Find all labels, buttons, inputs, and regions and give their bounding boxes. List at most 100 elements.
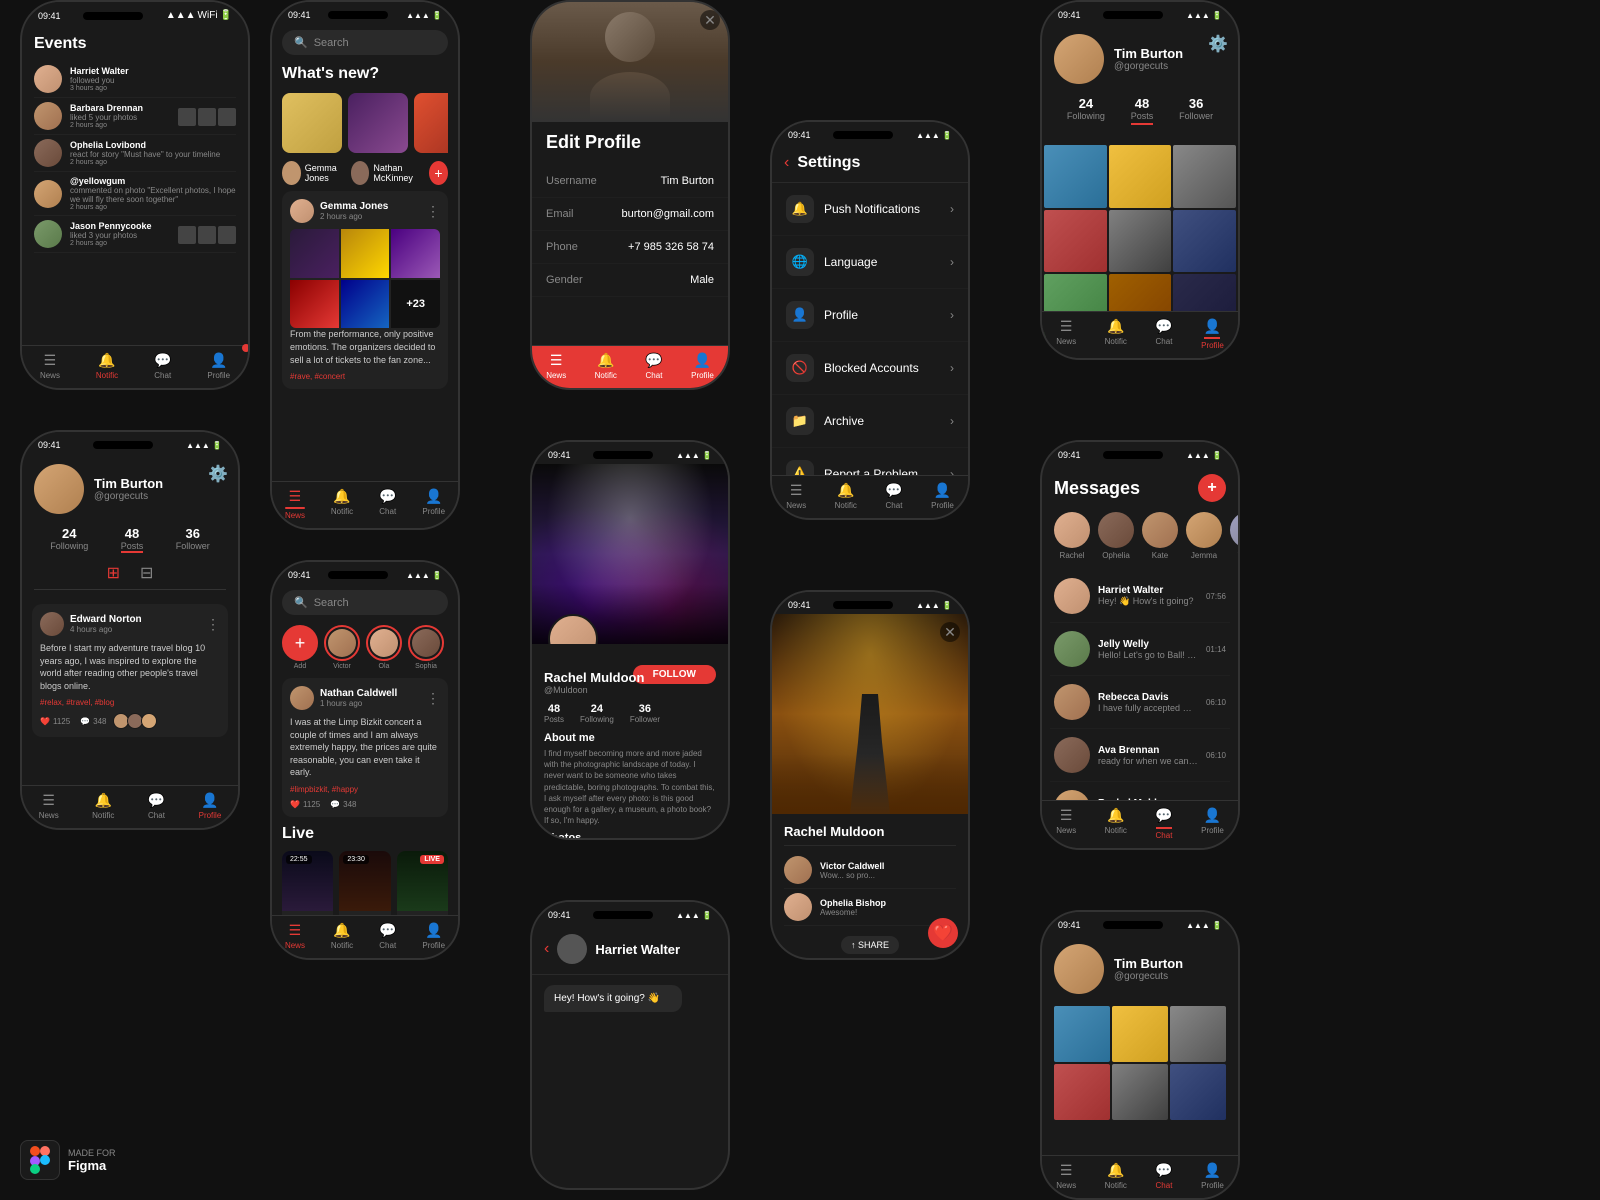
user-post-card: Edward Norton 4 hours ago ⋮ Before I sta… [32, 604, 228, 737]
message-jelly[interactable]: Jelly Welly Hello! Let's go to Ball! let… [1050, 623, 1230, 676]
ptr-news-label: News [1056, 337, 1076, 346]
ptr-nav-news[interactable]: ☰ News [1056, 318, 1076, 350]
up-nav-chat[interactable]: 💬 Chat [148, 792, 165, 820]
nav-notific-2[interactable]: 🔔 Notific [331, 488, 353, 520]
story-thumb-1[interactable] [282, 93, 342, 153]
story-item-ola[interactable]: Ola [366, 625, 402, 670]
story-circle-victor[interactable] [324, 625, 360, 661]
msg-nav-news[interactable]: ☰ News [1056, 807, 1076, 840]
story-circle-sophia[interactable] [408, 625, 444, 661]
gear-icon-up[interactable]: ⚙️ [208, 464, 228, 484]
message-rebecca[interactable]: Rebecca Davis I have fully accepted my f… [1050, 676, 1230, 729]
settings-archive[interactable]: 📁 Archive › [772, 395, 968, 448]
contact-ophelia[interactable]: Ophelia [1098, 512, 1134, 560]
message-ava[interactable]: Ava Brennan ready for when we can (safel… [1050, 729, 1230, 782]
contact-thom[interactable]: Thom [1230, 512, 1238, 560]
settings-push-notifications[interactable]: 🔔 Push Notifications › [772, 183, 968, 236]
user-post-menu[interactable]: ⋮ [206, 616, 220, 633]
contact-rachel[interactable]: Rachel [1054, 512, 1090, 560]
search-bar-sl[interactable]: 🔍 Search [282, 590, 448, 615]
contact-jemma[interactable]: Jemma [1186, 512, 1222, 560]
ep-nav-chat[interactable]: 💬 Chat [645, 352, 662, 380]
story-item-victor[interactable]: Victor [324, 625, 360, 670]
comment-icon-2: 💬 [330, 800, 340, 809]
ptr-nav-profile[interactable]: 👤 Profile [1201, 318, 1224, 350]
phone-field[interactable]: Phone +7 985 326 58 74 [532, 231, 728, 264]
nav-chat-2[interactable]: 💬 Chat [379, 488, 396, 520]
post-text-2: I was at the Limp Bizkit concert a coupl… [290, 716, 440, 779]
nav-profile[interactable]: 👤 Profile [207, 352, 230, 380]
gear-icon[interactable]: ⚙️ [1208, 34, 1228, 54]
close-rachel-btn[interactable]: ✕ [940, 622, 960, 642]
story-circle-ola[interactable] [366, 625, 402, 661]
sbr-nav-notific[interactable]: 🔔 Notific [1105, 1162, 1127, 1190]
story-thumb-2[interactable] [348, 93, 408, 153]
notific-icon-2: 🔔 [333, 488, 350, 505]
settings-nav-news[interactable]: ☰ News [786, 482, 806, 510]
nav-notific[interactable]: 🔔 Notific [96, 352, 118, 380]
story-item-sophia[interactable]: Sophia [408, 625, 444, 670]
concert-avatar-container [548, 614, 598, 644]
msg-nav-profile[interactable]: 👤 Profile [1201, 807, 1224, 840]
chat-bubble-1: Hey! How's it going? 👋 [544, 985, 682, 1012]
post-menu-icon[interactable]: ⋮ [426, 203, 440, 220]
nav-profile-2[interactable]: 👤 Profile [422, 488, 445, 520]
sbr-nav-news[interactable]: ☰ News [1056, 1162, 1076, 1190]
close-button[interactable]: ✕ [700, 10, 720, 30]
ep-nav-notific[interactable]: 🔔 Notific [595, 352, 617, 380]
up-nav-notific[interactable]: 🔔 Notific [92, 792, 114, 820]
new-message-button[interactable]: + [1198, 474, 1226, 502]
story-thumb-3[interactable] [414, 93, 448, 153]
photo-tr-5 [1109, 210, 1172, 273]
back-button[interactable]: ‹ [784, 154, 789, 172]
sl-notific-icon: 🔔 [333, 922, 350, 939]
contact-kate[interactable]: Kate [1142, 512, 1178, 560]
up-nav-profile[interactable]: 👤 Profile [199, 792, 222, 820]
nav-news[interactable]: ☰ News [40, 352, 60, 380]
search-bar-news[interactable]: 🔍 Search [282, 30, 448, 55]
story-add-item[interactable]: + Add [282, 625, 318, 670]
chat-back-btn[interactable]: ‹ [544, 940, 549, 958]
sl-nav-news[interactable]: ☰ News [285, 922, 305, 950]
sl-nav-profile[interactable]: 👤 Profile [422, 922, 445, 950]
tab-grid-icon[interactable]: ⊞ [107, 563, 120, 583]
settings-language[interactable]: 🌐 Language › [772, 236, 968, 289]
ep-nav-profile[interactable]: 👤 Profile [691, 352, 714, 380]
ptr-nav-notific[interactable]: 🔔 Notific [1105, 318, 1127, 350]
add-story-btn[interactable]: + [429, 161, 448, 185]
nav-chat[interactable]: 💬 Chat [154, 352, 171, 380]
settings-profile[interactable]: 👤 Profile › [772, 289, 968, 342]
sl-nav-chat[interactable]: 💬 Chat [379, 922, 396, 950]
username-field[interactable]: Username Tim Burton [532, 165, 728, 198]
ep-nav-news[interactable]: ☰ News [546, 352, 566, 380]
ptr-nav-chat[interactable]: 💬 Chat [1155, 318, 1172, 350]
share-button[interactable]: ↑ SHARE [841, 936, 899, 954]
action-button-rachel[interactable]: ❤️ [928, 918, 958, 948]
settings-nav-notific[interactable]: 🔔 Notific [835, 482, 857, 510]
tab-list-icon[interactable]: ⊟ [140, 563, 153, 583]
sbr-nav-chat[interactable]: 💬 Chat [1155, 1162, 1172, 1190]
settings-nav-chat[interactable]: 💬 Chat [885, 482, 902, 510]
gender-field[interactable]: Gender Male [532, 264, 728, 297]
msg-nav-chat[interactable]: 💬 Chat [1155, 807, 1172, 840]
up-nav-news[interactable]: ☰ News [39, 792, 59, 820]
status-time-cp: 09:41 [548, 450, 571, 460]
follow-button[interactable]: FOLLOW [633, 665, 716, 684]
s-chat-label: Chat [886, 501, 903, 510]
up-chat-icon: 💬 [148, 792, 165, 809]
post-menu-2[interactable]: ⋮ [426, 690, 440, 707]
email-field[interactable]: Email burton@gmail.com [532, 198, 728, 231]
nav-news-2[interactable]: ☰ News [285, 488, 305, 520]
sbr-nav-profile[interactable]: 👤 Profile [1201, 1162, 1224, 1190]
settings-blocked[interactable]: 🚫 Blocked Accounts › [772, 342, 968, 395]
settings-nav-profile[interactable]: 👤 Profile [931, 482, 954, 510]
message-harriet[interactable]: Harriet Walter Hey! 👋 How's it going? 07… [1050, 570, 1230, 623]
bottom-nav-settings: ☰ News 🔔 Notific 💬 Chat 👤 Profile [772, 475, 968, 518]
phone-user-profile: 09:41 ▲▲▲ 🔋 ⚙️ Tim Burton @gorgecuts 24 … [20, 430, 240, 830]
msg-nav-notific[interactable]: 🔔 Notific [1105, 807, 1127, 840]
blocked-icon: 🚫 [786, 354, 814, 382]
sl-nav-notific[interactable]: 🔔 Notific [331, 922, 353, 950]
story-inner-ola [370, 629, 398, 657]
notch-news [328, 11, 388, 19]
add-story-circle[interactable]: + [282, 625, 318, 661]
